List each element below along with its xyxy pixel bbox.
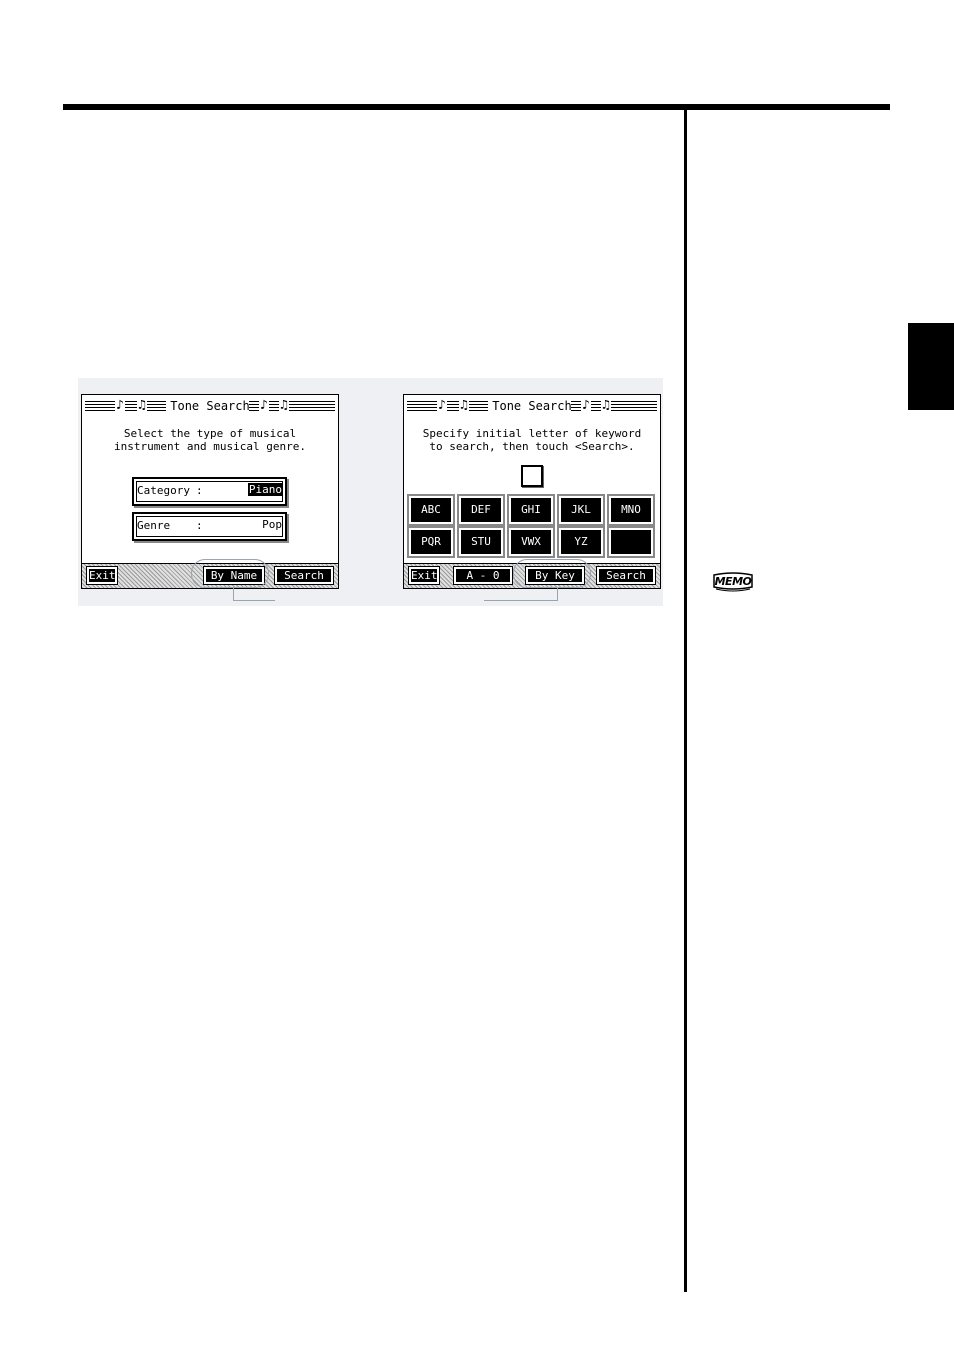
exit-button[interactable]: Exit (86, 566, 118, 585)
keyword-entry-box (521, 465, 543, 487)
genre-value: Pop (262, 518, 282, 531)
callout-highlight-by-key (513, 559, 591, 588)
chapter-tab (908, 323, 954, 410)
key-blank[interactable] (607, 526, 655, 558)
screen-title-bar: ♪ ♫ Tone Search ♪ ♫ (82, 397, 338, 415)
key-mno[interactable]: MNO (607, 494, 655, 526)
category-value: Piano (247, 483, 283, 496)
key-pqr[interactable]: PQR (407, 526, 455, 558)
screen-title: Tone Search (166, 399, 254, 413)
genre-field[interactable]: Genre : Pop (132, 512, 287, 541)
top-rule (63, 104, 890, 110)
staff-decoration-right: ♪ ♫ (571, 398, 657, 413)
category-field[interactable]: Category : Piano (132, 477, 287, 506)
key-abc[interactable]: ABC (407, 494, 455, 526)
callout-leader (484, 600, 558, 601)
music-note-icon: ♪ (581, 398, 591, 413)
memo-label: MEMO (714, 575, 752, 588)
screen-title-bar: ♪ ♫ Tone Search ♪ ♫ (404, 397, 660, 415)
music-note-icon: ♫ (601, 398, 611, 413)
key-ghi[interactable]: GHI (507, 494, 555, 526)
music-note-icon: ♫ (279, 398, 289, 413)
screen-title: Tone Search (488, 399, 576, 413)
instruction-text: Select the type of musical instrument an… (113, 427, 307, 453)
search-button[interactable]: Search (274, 566, 334, 585)
key-def[interactable]: DEF (457, 494, 505, 526)
key-jkl[interactable]: JKL (557, 494, 605, 526)
key-vwx[interactable]: VWX (507, 526, 555, 558)
callout-highlight-by-name (191, 559, 269, 588)
range-button[interactable]: A - 0 (453, 566, 513, 585)
staff-decoration-right: ♪ ♫ (249, 398, 335, 413)
category-label: Category (137, 484, 190, 497)
exit-button[interactable]: Exit (408, 566, 440, 585)
instruction-text: Specify initial letter of keyword to sea… (422, 427, 642, 453)
key-stu[interactable]: STU (457, 526, 505, 558)
callout-leader (233, 600, 275, 601)
colon: : (196, 519, 203, 532)
colon: : (196, 484, 203, 497)
memo-icon: MEMO (712, 572, 754, 592)
genre-label: Genre (137, 519, 171, 532)
sidebar-rule (684, 110, 687, 1292)
search-button[interactable]: Search (596, 566, 656, 585)
music-note-icon: ♪ (259, 398, 269, 413)
key-yz[interactable]: YZ (557, 526, 605, 558)
